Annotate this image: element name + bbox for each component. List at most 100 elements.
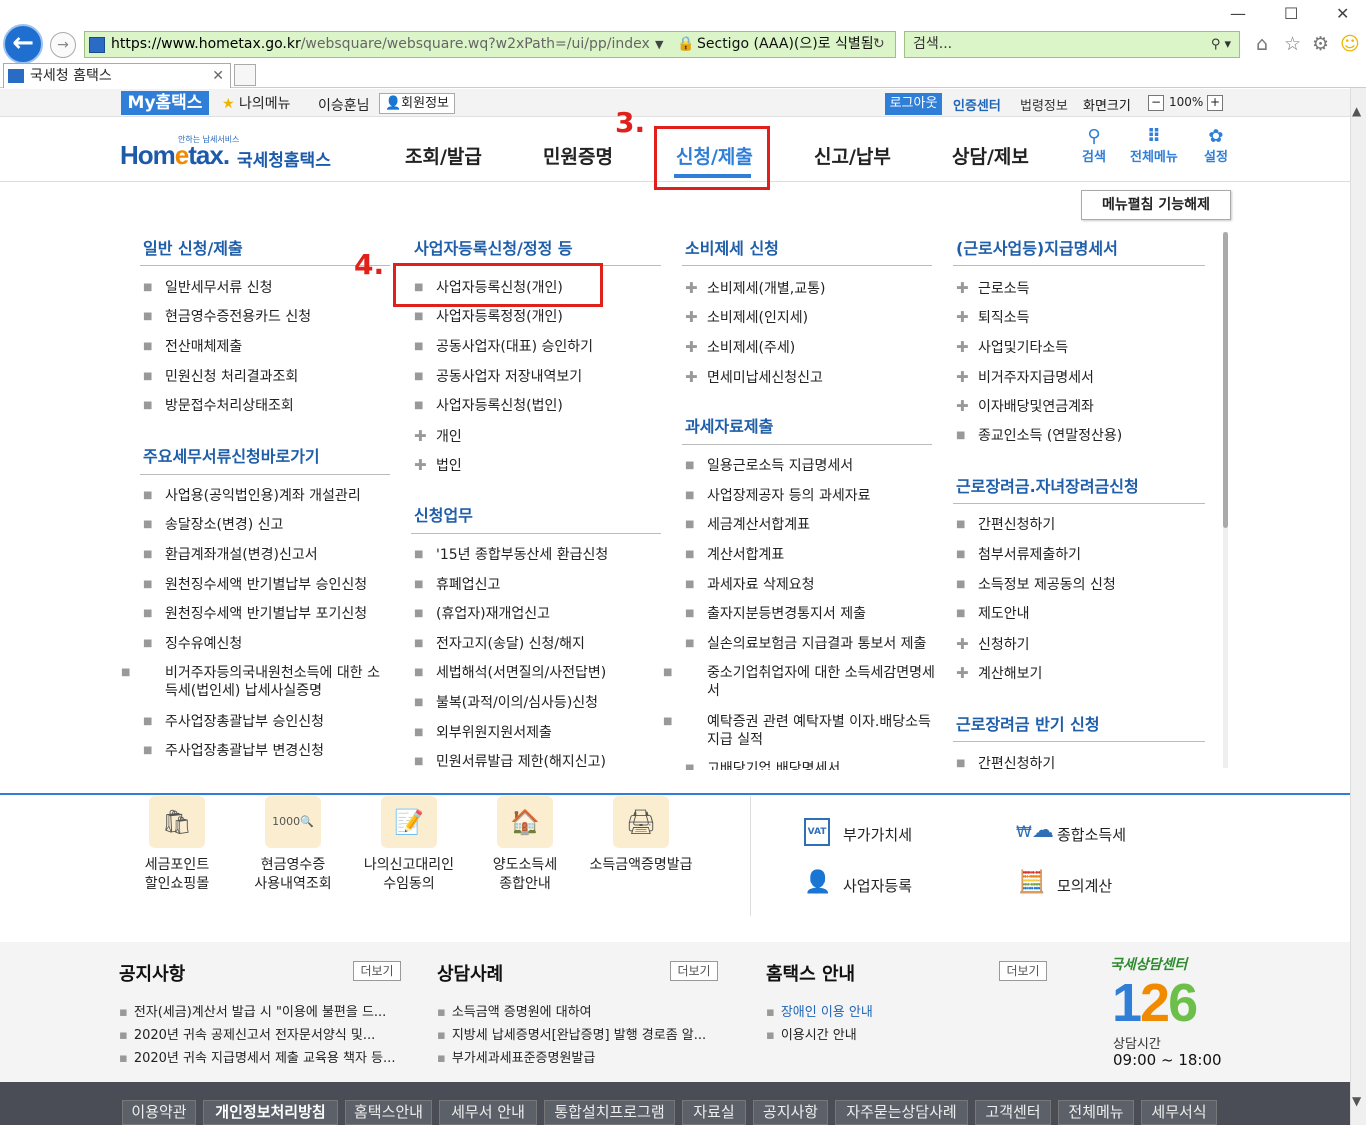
consult-item[interactable]: ▪ 부가세과세표준증명원발급: [437, 1047, 595, 1066]
notice-item[interactable]: ▪ 2020년 귀속 공제신고서 전자문서양식 및...: [119, 1024, 375, 1043]
page-scrollbar[interactable]: [1350, 88, 1366, 1125]
notice-more-button[interactable]: 더보기: [353, 961, 401, 981]
menu-item[interactable]: ■ 현금영수증전용카드 신청: [143, 308, 311, 326]
menu-item[interactable]: ■ 공동사업자 저장내역보기: [414, 368, 582, 386]
quick-simulation-link[interactable]: 모의계산: [1057, 875, 1112, 896]
menu-item[interactable]: ■ 실손의료보험금 지급결과 통보서 제출: [685, 635, 926, 653]
lock-icon[interactable]: 🔒: [677, 32, 694, 57]
certificate-label[interactable]: Sectigo (AAA)(으)로 식별됨: [697, 32, 874, 57]
menu-item[interactable]: ■ 첨부서류제출하기: [956, 546, 1081, 564]
menu-item-expandable[interactable]: ✚ 퇴직소득: [956, 308, 1030, 327]
menu-item[interactable]: ■ 징수유예신청: [143, 635, 242, 653]
quick-bizreg-link[interactable]: 사업자등록: [843, 875, 912, 896]
quick-label[interactable]: 현금영수증 사용내역조회: [246, 856, 340, 894]
person-icon[interactable]: 👤: [804, 870, 831, 895]
back-button[interactable]: ←: [3, 24, 43, 64]
menu-item[interactable]: ■ 원천징수세액 반기별납부 승인신청: [143, 576, 367, 594]
footer-link[interactable]: 자주묻는상담사례: [835, 1100, 968, 1125]
menu-item[interactable]: ■ 중소기업취업자에 대한 소득세감면명세서: [663, 664, 935, 700]
menu-item-bizreg-individual[interactable]: ■ 사업자등록신청(개인): [414, 279, 563, 297]
guide-item[interactable]: ▪ 장애인 이용 안내: [766, 1001, 873, 1020]
footer-link[interactable]: 홈택스안내: [345, 1100, 432, 1125]
dropdown-icon[interactable]: ▼: [655, 32, 663, 57]
vat-icon[interactable]: VAT: [804, 818, 830, 846]
memberinfo-button[interactable]: 👤회원정보: [379, 93, 455, 114]
new-tab-button[interactable]: [234, 64, 256, 86]
guide-more-button[interactable]: 더보기: [999, 961, 1047, 981]
menu-item[interactable]: ■ 일반세무서류 신청: [143, 279, 273, 297]
transfer-tax-icon[interactable]: 🏠: [497, 796, 553, 848]
mymenu-link[interactable]: ★ 나의메뉴: [222, 93, 291, 113]
menu-item[interactable]: ■ 소득정보 제공동의 신청: [956, 576, 1116, 594]
menu-item[interactable]: ■ 계산서합계표: [685, 546, 784, 564]
guide-title[interactable]: 홈택스 안내: [766, 960, 855, 986]
menu-item[interactable]: ■ 사업장제공자 등의 과세자료: [685, 487, 870, 505]
menu-item[interactable]: ■ 종교인소득 (연말정산용): [956, 427, 1122, 445]
menu-item[interactable]: ■ 사업자등록정정(개인): [414, 308, 563, 326]
guide-item[interactable]: ▪ 이용시간 안내: [766, 1024, 857, 1043]
logout-button[interactable]: 로그아웃: [885, 93, 942, 115]
myhometax-button[interactable]: My홈택스: [121, 91, 209, 115]
notice-title[interactable]: 공지사항: [119, 960, 185, 986]
forward-button[interactable]: →: [50, 32, 76, 58]
nav-certificate[interactable]: 민원증명: [543, 142, 613, 169]
settings-nav-button[interactable]: ✿ 설정: [1204, 126, 1228, 165]
menu-item[interactable]: ■ 주사업장총괄납부 승인신청: [143, 713, 324, 731]
menu-item-expandable[interactable]: ✚ 면세미납세신청신고: [685, 368, 823, 387]
consult-item[interactable]: ▪ 지방세 납세증명서[완납증명] 발행 경로좀 알...: [437, 1024, 706, 1043]
cash-receipt-icon[interactable]: 1000🔍: [265, 796, 321, 848]
menu-item-expandable[interactable]: ✚ 소비제세(주세): [685, 338, 795, 357]
menu-item[interactable]: ■ '15년 종합부동산세 환급신청: [414, 546, 608, 564]
menu-item[interactable]: ■ 세금계산서합계표: [685, 516, 810, 534]
calculator-icon[interactable]: 🧮: [1018, 870, 1045, 895]
lawinfo-link[interactable]: 법령정보: [1020, 95, 1068, 114]
maximize-icon[interactable]: ☐: [1284, 4, 1298, 23]
menu-item[interactable]: ■ 제도안내: [956, 605, 1030, 623]
quick-vat-link[interactable]: 부가가치세: [843, 824, 912, 845]
menu-item-expandable[interactable]: ✚ 개인: [414, 427, 462, 446]
certcenter-link[interactable]: 인증센터: [953, 95, 1001, 114]
menu-item[interactable]: ■ 공동사업자(대표) 승인하기: [414, 338, 593, 356]
browser-search-input[interactable]: 검색... ⚲ ▾: [904, 31, 1240, 58]
footer-link[interactable]: 전체메뉴: [1058, 1100, 1134, 1125]
footer-link[interactable]: 개인정보처리방침: [203, 1100, 338, 1125]
menu-item-expandable[interactable]: ✚ 소비제세(인지세): [685, 308, 808, 327]
menu-fold-button[interactable]: 메뉴펼침 기능해제: [1081, 190, 1231, 220]
income-proof-icon[interactable]: 🖨: [613, 796, 669, 848]
tax-point-icon[interactable]: 🛍: [149, 796, 205, 848]
menu-item-partial[interactable]: ■ 고배당기업 배당명세서: [685, 760, 840, 770]
footer-link[interactable]: 세무서 안내: [439, 1100, 537, 1125]
scroll-up-icon[interactable]: ▲: [1352, 104, 1361, 118]
menu-item[interactable]: ■ 간편신청하기: [956, 516, 1055, 534]
menu-item[interactable]: ■ 민원신청 처리결과조회: [143, 368, 298, 386]
zoom-in-button[interactable]: +: [1207, 95, 1223, 111]
menu-item[interactable]: ■ (휴업자)재개업신고: [414, 605, 550, 623]
refresh-icon[interactable]: ↻: [873, 32, 885, 57]
agent-consent-icon[interactable]: 📝: [381, 796, 437, 848]
menu-item[interactable]: ■ 불복(과적/이의/심사등)신청: [414, 694, 598, 712]
menu-item[interactable]: ■ 세법해석(서면질의/사전답변): [414, 664, 606, 682]
quick-label[interactable]: 양도소득세 종합안내: [478, 856, 572, 894]
quick-label[interactable]: 세금포인트 할인쇼핑몰: [130, 856, 224, 894]
nav-inquiry[interactable]: 조회/발급: [405, 142, 482, 169]
menu-item-expandable[interactable]: ✚ 계산해보기: [956, 664, 1042, 683]
menu-item-expandable[interactable]: ✚ 비거주자지급명세서: [956, 368, 1094, 387]
menu-item[interactable]: ■ 원천징수세액 반기별납부 포기신청: [143, 605, 367, 623]
gear-icon[interactable]: ⚙: [1312, 33, 1329, 55]
menu-item[interactable]: ■ 환급계좌개설(변경)신고서: [143, 546, 318, 564]
footer-link[interactable]: 공지사항: [753, 1100, 828, 1125]
menu-item-expandable[interactable]: ✚ 신청하기: [956, 635, 1030, 654]
footer-link[interactable]: 고객센터: [975, 1100, 1051, 1125]
footer-link[interactable]: 세무서식: [1141, 1100, 1217, 1125]
menu-item[interactable]: ■ 방문접수처리상태조회: [143, 397, 294, 415]
smiley-icon[interactable]: ☺: [1340, 33, 1360, 55]
close-window-icon[interactable]: ✕: [1336, 4, 1349, 23]
menu-item-expandable[interactable]: ✚ 사업및기타소득: [956, 338, 1068, 357]
search-icon[interactable]: ⚲ ▾: [1211, 32, 1231, 57]
notice-item[interactable]: ▪ 2020년 귀속 지급명세서 제출 교육용 책자 등...: [119, 1047, 395, 1066]
footer-link[interactable]: 통합설치프로그램: [544, 1100, 675, 1125]
consult-item[interactable]: ▪ 소득금액 증명원에 대하여: [437, 1001, 592, 1020]
menu-item[interactable]: ■ 일용근로소득 지급명세서: [685, 457, 853, 475]
menu-item-expandable[interactable]: ✚ 이자배당및연금계좌: [956, 397, 1094, 416]
nav-report-pay[interactable]: 신고/납부: [814, 142, 891, 169]
